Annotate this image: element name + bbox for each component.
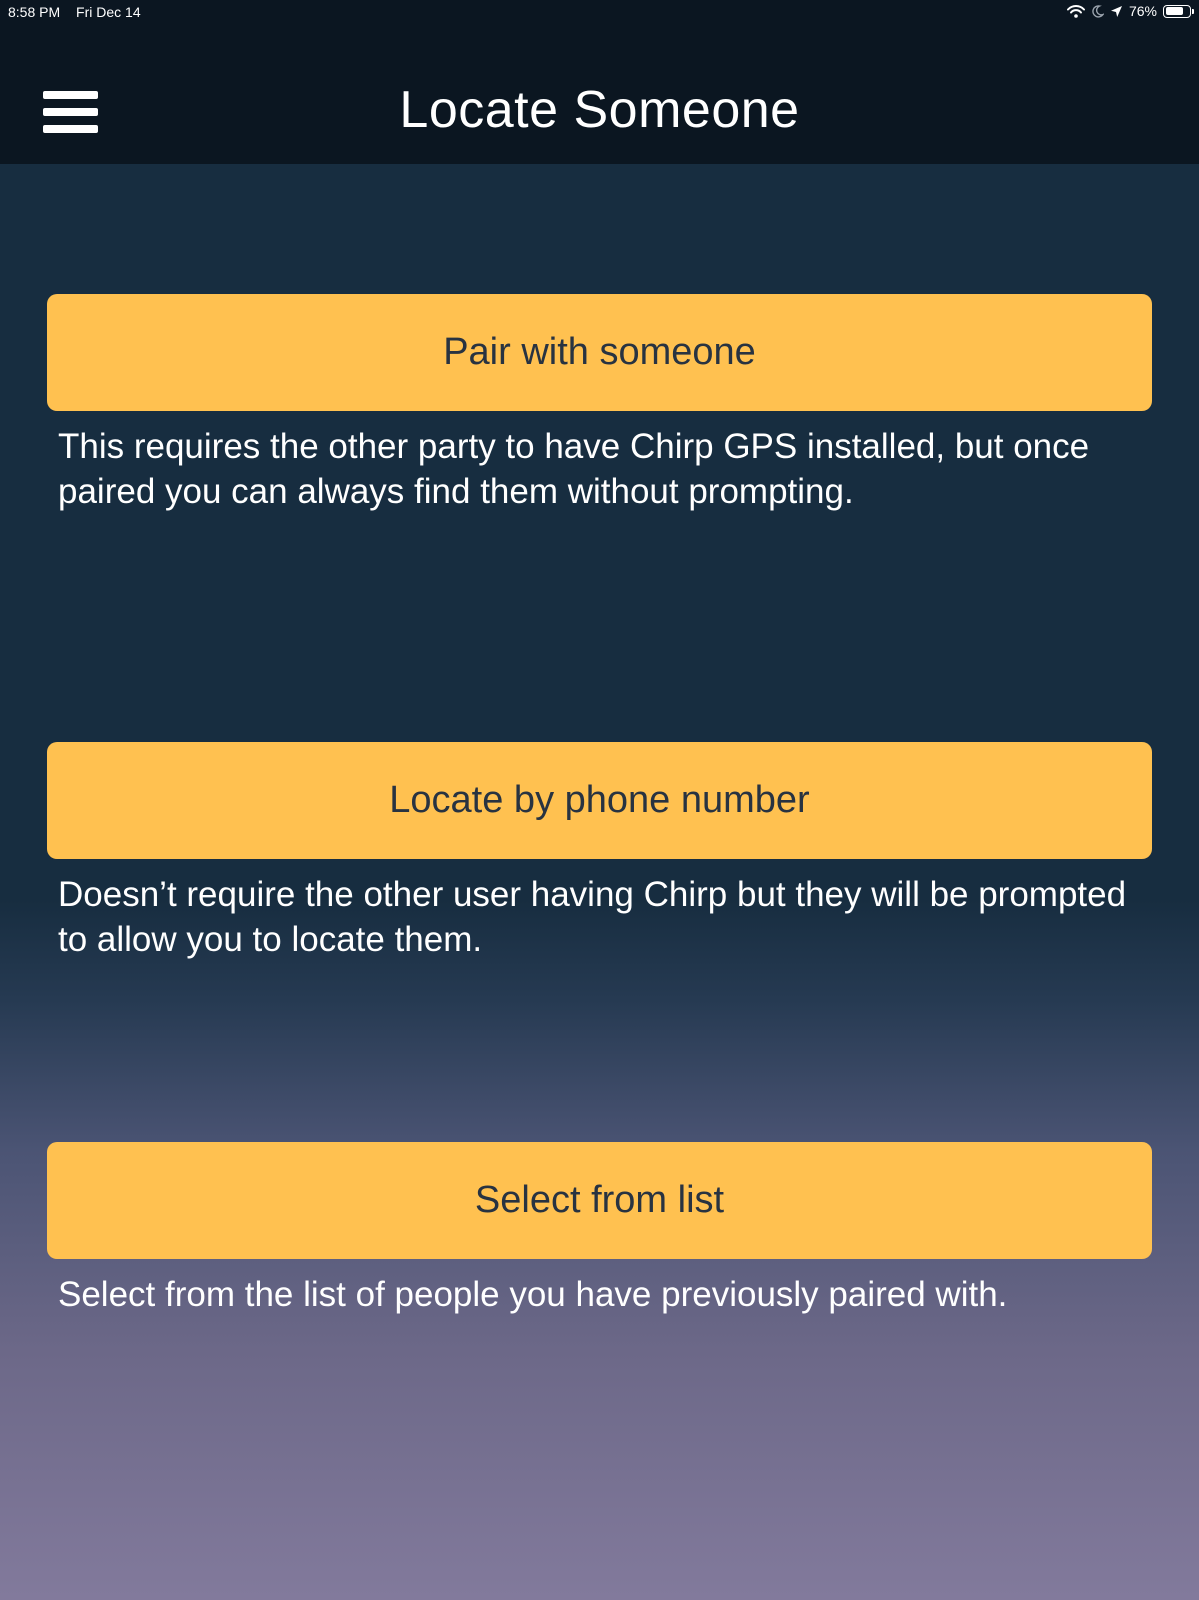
moon-icon bbox=[1091, 4, 1104, 18]
status-date: Fri Dec 14 bbox=[76, 4, 141, 20]
pair-description: This requires the other party to have Ch… bbox=[58, 427, 1090, 511]
status-time: 8:58 PM bbox=[8, 4, 61, 20]
select-from-list-button[interactable]: Select from list bbox=[47, 1142, 1152, 1259]
status-right: 76% bbox=[1066, 3, 1194, 19]
battery-percent: 76% bbox=[1128, 3, 1157, 19]
status-bar: 8:58 PM Fri Dec 14 76% bbox=[0, 0, 1199, 26]
wifi-icon bbox=[1066, 4, 1085, 18]
navigation-header: 8:58 PM Fri Dec 14 76% Locate Someone bbox=[0, 0, 1199, 164]
location-arrow-icon bbox=[1110, 5, 1123, 18]
battery-icon bbox=[1163, 4, 1194, 18]
battery-level bbox=[1165, 7, 1183, 15]
locate-by-phone-number-button[interactable]: Locate by phone number bbox=[47, 742, 1152, 859]
pair-with-someone-button[interactable]: Pair with someone bbox=[47, 294, 1152, 411]
select-from-list-description: Select from the list of people you have … bbox=[58, 1275, 1008, 1314]
status-left: 8:58 PM Fri Dec 14 bbox=[8, 4, 141, 20]
locate-by-phone-description: Doesn’t require the other user having Ch… bbox=[58, 875, 1127, 959]
page-title: Locate Someone bbox=[399, 81, 800, 139]
